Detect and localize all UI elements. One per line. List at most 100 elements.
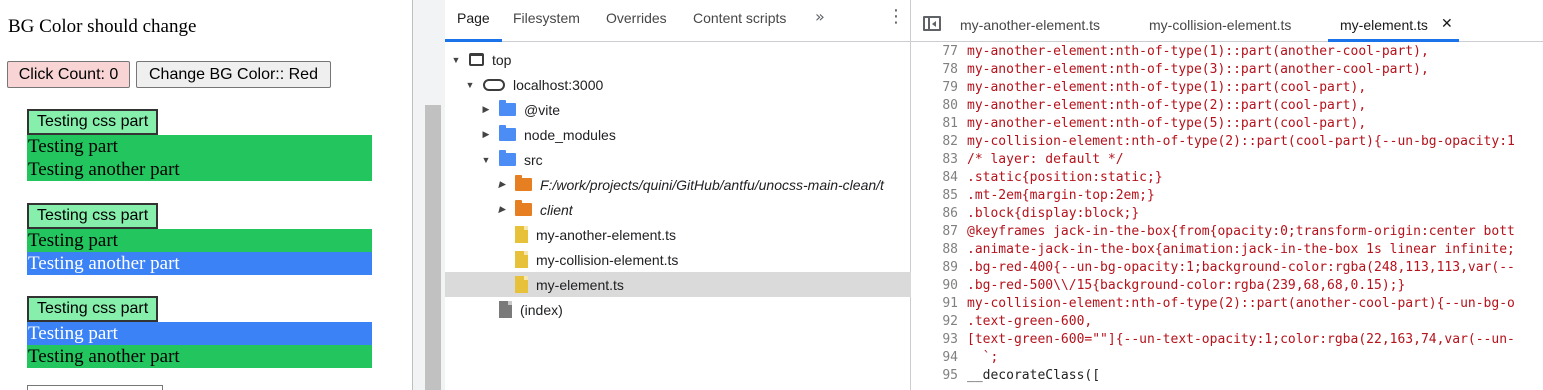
- code-line: 93 [text-green-600=""]{--un-text-opacity:…: [911, 331, 1543, 349]
- code-line: 92 .text-green-600,: [911, 313, 1543, 331]
- folder-icon: [515, 175, 532, 191]
- line-number: 82: [942, 134, 958, 149]
- active-tab-indicator: [445, 39, 502, 42]
- editor-tab-my-element[interactable]: my-element.ts: [1340, 17, 1428, 33]
- code-text: my-collision-element:nth-of-type(2)::par…: [967, 296, 1515, 311]
- tree-item-label: client: [540, 201, 573, 218]
- code-text: my-collision-element:nth-of-type(2)::par…: [967, 134, 1515, 149]
- code-line: 90 .bg-red-500\\/15{background-color:rgba…: [911, 277, 1543, 295]
- code-line: 86 .block{display:block;}: [911, 205, 1543, 223]
- file-icon: [499, 301, 512, 318]
- folder-icon: [499, 125, 516, 141]
- code-text: .animate-jack-in-the-box{animation:jack-…: [967, 242, 1515, 257]
- cloud-icon: [483, 78, 505, 91]
- line-number: 84: [942, 170, 958, 185]
- code-text: @keyframes jack-in-the-box{from{opacity:…: [967, 224, 1515, 239]
- line-number: 79: [942, 80, 958, 95]
- tree-item-vite[interactable]: ▶ @vite: [445, 97, 911, 122]
- line-number: 90: [942, 278, 958, 293]
- testing-css-part-button[interactable]: Testing css part: [27, 109, 159, 135]
- tab-overrides[interactable]: Overrides: [606, 10, 667, 26]
- code-text: [text-green-600=""]{--un-text-opacity:1;…: [967, 332, 1515, 347]
- line-number: 91: [942, 296, 958, 311]
- tree-item-label: localhost:3000: [513, 76, 604, 93]
- toggle-navigator-icon[interactable]: [923, 16, 941, 31]
- code-text: my-another-element:nth-of-type(2)::part(…: [967, 98, 1367, 113]
- code-line: 91 my-collision-element:nth-of-type(2)::p…: [911, 295, 1543, 313]
- tab-content-scripts[interactable]: Content scripts: [693, 10, 786, 26]
- code-text: my-another-element:nth-of-type(1)::part(…: [967, 44, 1429, 59]
- tab-filesystem[interactable]: Filesystem: [513, 10, 580, 26]
- click-count-button[interactable]: Click Count: 0: [7, 61, 130, 88]
- tree-item-src[interactable]: ▼ src: [445, 147, 911, 172]
- expanded-arrow-icon[interactable]: ▼: [481, 155, 491, 165]
- kebab-menu-icon[interactable]: ⋮: [887, 8, 905, 26]
- code-editor: my-another-element.ts my-collision-eleme…: [911, 0, 1543, 390]
- code-line: 87 @keyframes jack-in-the-box{from{opacit…: [911, 223, 1543, 241]
- code-text: my-another-element:nth-of-type(5)::part(…: [967, 116, 1367, 131]
- next-button-stub: [27, 385, 163, 390]
- element-group-1: Testing css part Testing part Testing an…: [27, 109, 372, 181]
- expanded-arrow-icon[interactable]: ▼: [451, 55, 461, 65]
- tree-item-index[interactable]: (index): [445, 297, 911, 322]
- active-tab-indicator: [1328, 39, 1459, 42]
- change-bg-color-button[interactable]: Change BG Color:: Red: [136, 61, 331, 88]
- demo-page: BG Color should change Click Count: 0 Ch…: [0, 0, 412, 390]
- code-text: .mt-2em{margin-top:2em;}: [967, 188, 1155, 203]
- tree-item-label: my-collision-element.ts: [536, 251, 679, 268]
- tree-item-label: (index): [520, 301, 563, 318]
- code-text: .block{display:block;}: [967, 206, 1140, 221]
- code-text: `;: [967, 350, 999, 365]
- tree-item-label: my-another-element.ts: [536, 226, 677, 243]
- collapsed-arrow-icon[interactable]: ▶: [497, 204, 507, 215]
- testing-part-bar: Testing part: [27, 322, 372, 345]
- tree-item-localhost[interactable]: ▼ localhost:3000: [445, 72, 911, 97]
- testing-css-part-button[interactable]: Testing css part: [27, 296, 159, 322]
- testing-part-bar: Testing part: [27, 135, 372, 158]
- editor-tabbar: my-another-element.ts my-collision-eleme…: [911, 0, 1543, 42]
- line-number: 92: [942, 314, 958, 329]
- tree-item-node-modules[interactable]: ▶ node_modules: [445, 122, 911, 147]
- code-text: my-another-element:nth-of-type(3)::part(…: [967, 62, 1429, 77]
- collapsed-arrow-icon[interactable]: ▶: [481, 104, 491, 115]
- testing-css-part-button[interactable]: Testing css part: [27, 203, 159, 229]
- tree-item-my-element[interactable]: my-element.ts: [445, 272, 911, 297]
- testing-another-part-bar: Testing another part: [27, 158, 372, 181]
- line-number: 78: [942, 62, 958, 77]
- code-text: .bg-red-500\\/15{background-color:rgba(2…: [967, 278, 1406, 293]
- tree-item-label: my-element.ts: [536, 276, 624, 293]
- line-number: 93: [942, 332, 958, 347]
- editor-tab-my-another-element[interactable]: my-another-element.ts: [960, 17, 1100, 33]
- code-text: __decorateClass([: [967, 368, 1101, 383]
- collapsed-arrow-icon[interactable]: ▶: [481, 129, 491, 140]
- devtools-sources-panel: Page Filesystem Overrides Content script…: [413, 0, 1543, 390]
- tree-item-client[interactable]: ▶ client: [445, 197, 911, 222]
- close-icon[interactable]: ✕: [1441, 16, 1453, 32]
- code-line: 85 .mt-2em{margin-top:2em;}: [911, 187, 1543, 205]
- scrollbar-track[interactable]: [413, 0, 445, 390]
- tree-item-label: node_modules: [524, 126, 616, 143]
- tree-item-my-collision-element[interactable]: my-collision-element.ts: [445, 247, 911, 272]
- code-line: 78 my-another-element:nth-of-type(3)::par…: [911, 61, 1543, 79]
- collapsed-arrow-icon[interactable]: ▶: [497, 179, 507, 190]
- line-number: 77: [942, 44, 958, 59]
- line-number: 86: [942, 206, 958, 221]
- code-line: 81 my-another-element:nth-of-type(5)::par…: [911, 115, 1543, 133]
- code-line: 89 .bg-red-400{--un-bg-opacity:1;backgrou…: [911, 259, 1543, 277]
- code-text: .static{position:static;}: [967, 170, 1163, 185]
- tree-item-my-another-element[interactable]: my-another-element.ts: [445, 222, 911, 247]
- code-line: 82 my-collision-element:nth-of-type(2)::p…: [911, 133, 1543, 151]
- expanded-arrow-icon[interactable]: ▼: [465, 80, 475, 90]
- line-number: 85: [942, 188, 958, 203]
- tree-item-fs-path[interactable]: ▶ F:/work/projects/quini/GitHub/antfu/un…: [445, 172, 911, 197]
- tree-item-top[interactable]: ▼ top: [445, 47, 911, 72]
- chevron-double-right-icon[interactable]: »: [815, 7, 825, 26]
- code-line: 77 my-another-element:nth-of-type(1)::par…: [911, 43, 1543, 61]
- editor-tab-my-collision-element[interactable]: my-collision-element.ts: [1149, 17, 1291, 33]
- file-icon: [515, 251, 528, 268]
- tab-page[interactable]: Page: [457, 10, 490, 26]
- code-line: 83 /* layer: default */: [911, 151, 1543, 169]
- code-line: 79 my-another-element:nth-of-type(1)::par…: [911, 79, 1543, 97]
- code-area[interactable]: 77 my-another-element:nth-of-type(1)::par…: [911, 43, 1543, 390]
- scrollbar-thumb[interactable]: [425, 105, 441, 390]
